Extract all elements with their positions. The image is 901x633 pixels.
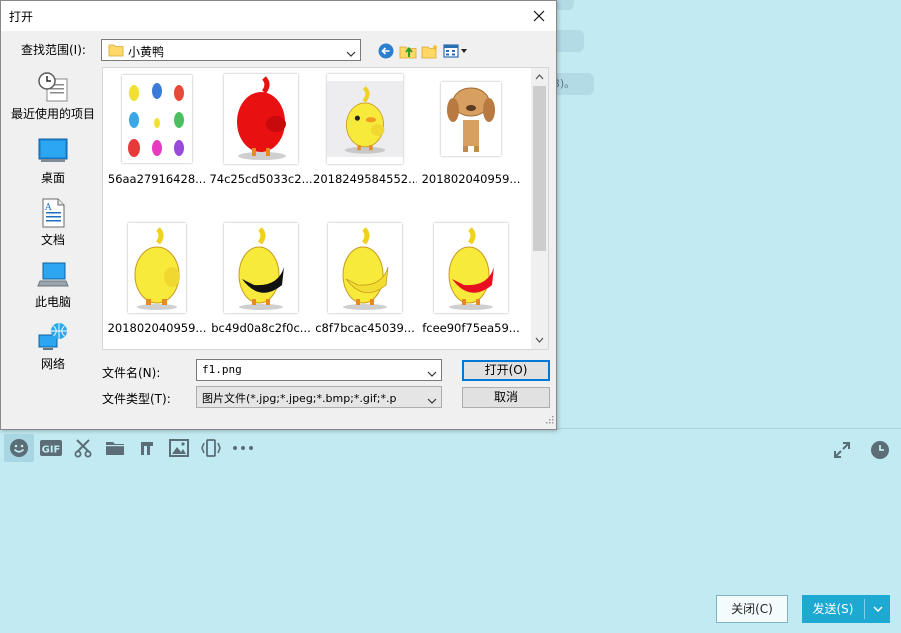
- chevron-down-icon[interactable]: [427, 366, 437, 380]
- dog-thumbnail: [441, 82, 501, 156]
- duck-red-tail-thumbnail: [434, 223, 508, 313]
- scissors-icon[interactable]: [68, 434, 98, 462]
- place-label: 最近使用的项目: [10, 107, 95, 121]
- file-thumbnail: [327, 223, 403, 313]
- place-recent-items[interactable]: 最近使用的项目: [3, 71, 103, 122]
- file-item[interactable]: 201802040959...: [419, 74, 523, 186]
- filename-label: 文件名(N):: [102, 366, 161, 380]
- image-icon[interactable]: [164, 434, 194, 462]
- filename-input[interactable]: f1.png: [196, 359, 442, 381]
- look-in-label: 查找范围(I):: [21, 43, 86, 57]
- shake-icon[interactable]: [196, 434, 226, 462]
- file-item[interactable]: bc49d0a8c2f0c...: [209, 223, 313, 335]
- chevron-down-icon[interactable]: [865, 595, 890, 623]
- new-folder-icon[interactable]: [419, 41, 441, 61]
- view-menu-icon[interactable]: [441, 41, 471, 61]
- place-label: 文档: [40, 233, 65, 247]
- place-network[interactable]: 网络: [3, 321, 103, 372]
- look-in-dropdown[interactable]: 小黄鸭: [101, 39, 361, 61]
- chat-right-tools: [819, 436, 895, 464]
- desktop-icon: [37, 135, 69, 167]
- cancel-button[interactable]: 取消: [462, 387, 550, 408]
- file-name: c8f7bcac45039...: [315, 321, 415, 335]
- file-name: 2018249584552...: [313, 172, 417, 186]
- file-name: 74c25cd5033c2...: [209, 172, 313, 186]
- file-list[interactable]: 56aa27916428... 74c25cd5033c2... 2018249…: [102, 67, 549, 350]
- more-icon[interactable]: [228, 434, 258, 462]
- place-this-pc[interactable]: 此电脑: [3, 259, 103, 310]
- send-button-label: 发送(S): [812, 602, 854, 616]
- place-documents[interactable]: A 文档: [3, 197, 103, 248]
- place-label: 此电脑: [34, 295, 71, 309]
- file-name: 56aa27916428...: [107, 172, 207, 186]
- open-file-dialog: 打开 查找范围(I): 小黄鸭 最近使用的项目 桌面 A 文档 此电脑 网络 5…: [0, 0, 557, 430]
- file-thumbnail: [223, 223, 299, 313]
- duck-black-tail-thumbnail: [224, 223, 298, 313]
- file-item[interactable]: 74c25cd5033c2...: [209, 74, 313, 186]
- chat-toolbar: GIF: [4, 433, 260, 463]
- file-item[interactable]: 2018249584552...: [313, 74, 417, 186]
- file-item[interactable]: c8f7bcac45039...: [313, 223, 417, 335]
- chevron-down-icon: [346, 46, 356, 60]
- dialog-nav-toolbar: [375, 41, 471, 61]
- yellow-duck-back-thumbnail: [128, 223, 186, 313]
- emoji-icon[interactable]: [4, 434, 34, 462]
- file-thumbnail: [119, 74, 195, 164]
- history-clock-icon[interactable]: [865, 436, 895, 464]
- file-name: fcee90f75ea59...: [422, 321, 520, 335]
- close-button[interactable]: 关闭(C): [716, 595, 788, 623]
- folder-icon[interactable]: [100, 434, 130, 462]
- scroll-down-icon[interactable]: [534, 333, 545, 347]
- close-icon[interactable]: [522, 1, 556, 31]
- open-button[interactable]: 打开(O): [462, 360, 550, 381]
- place-desktop[interactable]: 桌面: [3, 135, 103, 186]
- expand-icon[interactable]: [827, 436, 857, 464]
- red-duck-thumbnail: [224, 74, 298, 164]
- place-label: 桌面: [40, 171, 65, 185]
- file-item[interactable]: 201802040959...: [105, 223, 209, 335]
- file-thumbnail: [223, 74, 299, 164]
- filetype-select[interactable]: 图片文件(*.jpg;*.jpeg;*.bmp;*.gif;*.p: [196, 386, 442, 408]
- place-label: 网络: [40, 357, 65, 371]
- scrollbar-thumb[interactable]: [533, 86, 546, 251]
- svg-text:GIF: GIF: [42, 445, 61, 456]
- file-name: bc49d0a8c2f0c...: [211, 321, 311, 335]
- network-icon: [37, 321, 69, 353]
- file-name: 201802040959...: [421, 172, 521, 186]
- filename-value: f1.png: [202, 363, 242, 376]
- resize-grip-icon[interactable]: [544, 413, 554, 427]
- file-item[interactable]: 56aa27916428...: [105, 74, 209, 186]
- this-pc-icon: [37, 259, 69, 291]
- folder-icon: [108, 43, 124, 60]
- music-icon[interactable]: [132, 434, 162, 462]
- svg-text:A: A: [44, 203, 52, 213]
- dialog-titlebar: 打开: [1, 1, 556, 31]
- file-name: 201802040959...: [107, 321, 207, 335]
- file-thumbnail: [433, 74, 509, 164]
- file-item[interactable]: fcee90f75ea59...: [419, 223, 523, 335]
- back-icon[interactable]: [375, 41, 397, 61]
- filetype-label: 文件类型(T):: [102, 392, 171, 406]
- send-button[interactable]: 发送(S): [802, 595, 890, 623]
- up-folder-icon[interactable]: [397, 41, 419, 61]
- dialog-title: 打开: [9, 10, 34, 24]
- file-thumbnail: [433, 223, 509, 313]
- file-thumbnail: [327, 74, 403, 164]
- filetype-value: 图片文件(*.jpg;*.jpeg;*.bmp;*.gif;*.p: [202, 392, 397, 405]
- documents-icon: A: [37, 197, 69, 229]
- chevron-down-icon: [427, 393, 437, 407]
- recent-items-icon: [37, 71, 69, 103]
- gif-icon[interactable]: GIF: [36, 434, 66, 462]
- file-thumbnail: [119, 223, 195, 313]
- file-list-scrollbar[interactable]: [531, 68, 548, 349]
- ducks-grid-thumbnail: [122, 75, 192, 163]
- duck-yellow-tail-thumbnail: [328, 223, 402, 313]
- yellow-duck-thumbnail: [327, 74, 403, 164]
- look-in-value: 小黄鸭: [128, 45, 165, 59]
- scroll-up-icon[interactable]: [534, 70, 545, 84]
